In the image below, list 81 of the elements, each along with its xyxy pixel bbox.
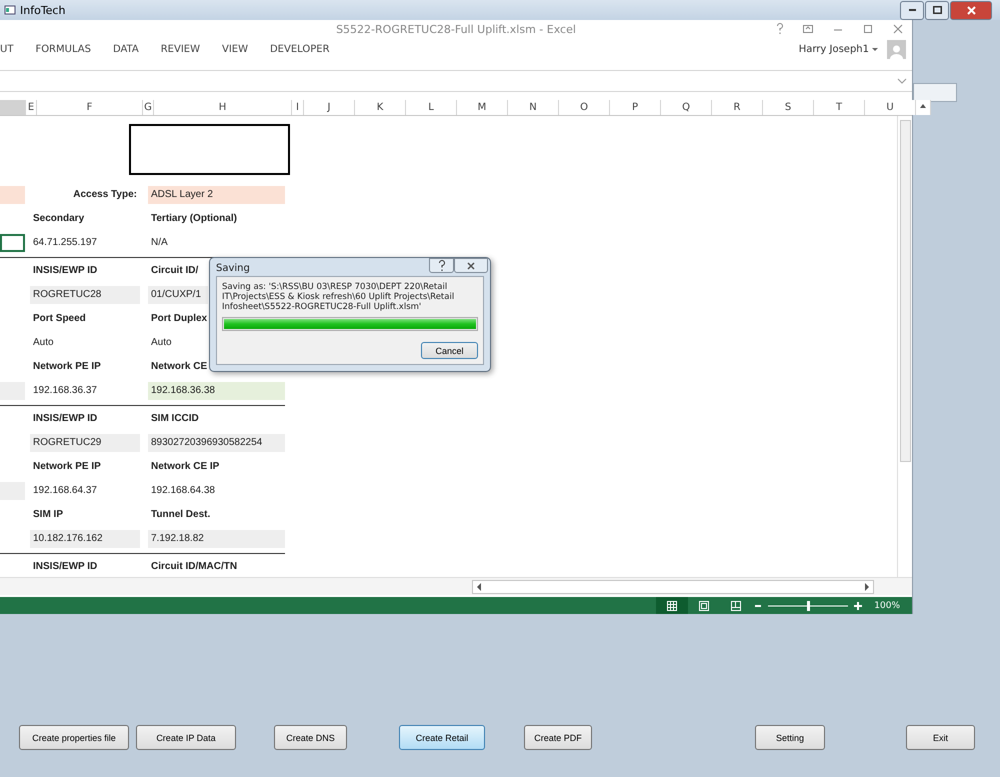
ribbon-tab[interactable]: REVIEW xyxy=(160,44,200,54)
page-layout-icon[interactable] xyxy=(698,600,710,612)
table-cell-text: 192.168.64.37 xyxy=(32,484,98,498)
table-cell-text: Port Speed xyxy=(32,312,87,326)
zoom-level: 100% xyxy=(874,600,900,610)
saving-message: Saving as: 'S:\RSS\BU 03\RESP 7030\DEPT 220\Retail IT\Projects\ESS & Kiosk refresh\60 Uplift Projects\Retail Infosheet\S5522-ROGRETUC28-Full Uplift.xlsm' xyxy=(222,282,456,312)
table-cell: 01/CUXP/1 xyxy=(148,286,208,304)
user-name[interactable]: Harry Joseph1 xyxy=(798,44,869,54)
table-cell-text: Circuit ID/MAC/TN xyxy=(150,560,238,574)
column-header[interactable]: G xyxy=(143,100,154,115)
table-cell-text: Tunnel Dest. xyxy=(150,508,212,522)
ribbon-tab[interactable]: UT xyxy=(0,44,14,54)
spreadsheet-title: S5522-ROGRETUC28-Full Uplift.xlsm - Excel xyxy=(336,22,576,36)
ribbon-tab[interactable]: FORMULAS xyxy=(35,44,91,54)
table-cell-text: Auto xyxy=(150,336,173,350)
horizontal-scrollbar[interactable] xyxy=(0,577,912,595)
table-cell-text: 192.168.36.37 xyxy=(32,384,98,398)
close-icon[interactable] xyxy=(892,23,904,35)
table-cell-text: 64.71.255.197 xyxy=(32,236,98,250)
maximize-button[interactable] xyxy=(925,0,949,20)
close-icon xyxy=(465,260,477,272)
close-button[interactable] xyxy=(950,0,992,20)
table-cell-text: Circuit ID/ xyxy=(150,264,200,278)
column-header[interactable]: E xyxy=(26,100,37,115)
action-button[interactable]: Setting xyxy=(755,725,825,750)
table-cell: 10.182.176.162 xyxy=(30,530,140,548)
table-cell-text: Network CE xyxy=(150,360,208,374)
minimize-icon xyxy=(908,9,916,11)
vertical-scrollbar[interactable] xyxy=(897,116,912,577)
action-button[interactable]: Create Retail xyxy=(399,725,485,750)
table-cell-text: Secondary xyxy=(32,212,86,226)
action-button[interactable]: Exit xyxy=(906,725,975,750)
dialog-title: Saving xyxy=(216,263,250,274)
ribbon-display-icon[interactable] xyxy=(802,23,814,35)
close-icon xyxy=(966,6,976,14)
page-break-icon[interactable] xyxy=(730,600,742,612)
maximize-icon[interactable] xyxy=(862,23,874,35)
table-cell-text: Network PE IP xyxy=(32,360,102,374)
table-cell-text: N/A xyxy=(150,236,169,250)
ribbon-tab[interactable]: VIEW xyxy=(222,44,248,54)
table-cell-text: SIM IP xyxy=(32,508,64,522)
table-cell-text: INSIS/EWP ID xyxy=(32,264,98,278)
table-cell-text: Network CE IP xyxy=(150,460,220,474)
table-cell-text: SIM ICCID xyxy=(150,412,200,426)
ribbon-tab[interactable]: DATA xyxy=(112,44,139,54)
maximize-icon xyxy=(932,6,942,14)
table-cell-text: Auto xyxy=(32,336,55,350)
table-cell: 7.192.18.82 xyxy=(148,530,285,548)
cancel-button[interactable]: Cancel xyxy=(421,342,478,359)
zoom-in-icon[interactable] xyxy=(852,600,864,612)
help-button[interactable] xyxy=(429,258,454,273)
table-cell: ROGRETUC28 xyxy=(30,286,140,304)
table-cell-text: 192.168.64.38 xyxy=(150,484,216,498)
table-cell-text: INSIS/EWP ID xyxy=(32,560,98,574)
ribbon-tab[interactable]: DEVELOPER xyxy=(270,44,330,54)
scroll-up-button[interactable] xyxy=(916,100,931,115)
selected-cell[interactable] xyxy=(0,234,25,252)
table-cell: ROGRETUC29 xyxy=(30,434,140,452)
table-cell: 192.168.36.38 xyxy=(148,382,285,400)
window-icon xyxy=(4,4,16,16)
table-cell-text: Port Duplex xyxy=(150,312,208,326)
help-icon xyxy=(438,260,446,272)
text-field[interactable] xyxy=(913,83,957,102)
table-cell-text: INSIS/EWP ID xyxy=(32,412,98,426)
action-button[interactable]: Create properties file xyxy=(19,725,129,750)
table-cell: 89302720396930582254 xyxy=(148,434,285,452)
table-cell: ADSL Layer 2 xyxy=(148,186,285,204)
action-button[interactable]: Create PDF xyxy=(524,725,592,750)
slider-thumb[interactable] xyxy=(807,600,810,610)
table-cell-text: Access Type: xyxy=(72,188,138,202)
table-cell-text: Network PE IP xyxy=(32,460,102,474)
action-button[interactable]: Create DNS xyxy=(274,725,347,750)
action-button[interactable]: Create IP Data xyxy=(136,725,236,750)
view-button[interactable] xyxy=(656,597,688,614)
close-button[interactable] xyxy=(454,258,488,273)
minimize-button[interactable] xyxy=(900,0,924,20)
help-icon[interactable] xyxy=(776,23,784,35)
table-cell[interactable] xyxy=(0,186,25,204)
grid-icon[interactable] xyxy=(666,600,678,612)
window-title: InfoTech xyxy=(20,4,66,16)
table-cell-text: Tertiary (Optional) xyxy=(150,212,238,226)
